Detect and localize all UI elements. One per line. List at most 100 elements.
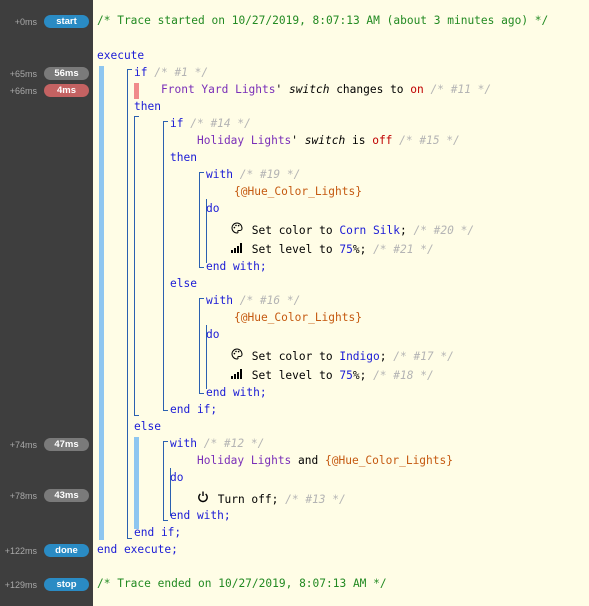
- signal-bars-icon: [231, 368, 245, 383]
- value: on: [410, 83, 424, 96]
- piston-trace-view: /* Trace started on 10/27/2019, 8:07:13 …: [93, 0, 589, 606]
- statement-id-comment: /* #12 */: [203, 437, 265, 450]
- percent: %: [352, 243, 360, 256]
- statement-id-comment: /* #17 */: [393, 350, 454, 363]
- statement-id-comment: /* #11 */: [430, 83, 492, 96]
- semicolon: ;: [379, 350, 387, 363]
- value: off: [372, 134, 393, 147]
- start-badge[interactable]: start: [44, 15, 89, 28]
- statement-id-comment: /* #21 */: [373, 243, 434, 256]
- with-bracket: [199, 298, 204, 394]
- do-keyword: do: [206, 202, 220, 215]
- color-value: Indigo: [339, 350, 380, 363]
- if-line[interactable]: if /* #1 */: [134, 66, 208, 80]
- device-list-line[interactable]: Holiday Lights and {@Hue_Color_Lights}: [197, 454, 453, 468]
- keyword: if: [170, 117, 184, 130]
- percent: %: [352, 369, 360, 382]
- command-line[interactable]: Set level to 75%; /* #18 */: [231, 368, 434, 383]
- keyword: if: [134, 66, 148, 79]
- end-if-keyword: end if;: [170, 403, 218, 416]
- trace-end-comment: /* Trace ended on 10/27/2019, 8:07:13 AM…: [97, 577, 387, 590]
- end-execute-keyword: end execute;: [97, 543, 178, 556]
- timing-gutter: +0ms start +65ms 56ms +66ms 4ms +74ms 47…: [0, 0, 93, 606]
- operator: changes to: [336, 83, 404, 96]
- trace-start-comment: /* Trace started on 10/27/2019, 8:07:13 …: [97, 14, 549, 27]
- semicolon: ;: [359, 369, 367, 382]
- end-with-keyword: end with;: [206, 386, 267, 399]
- statement-id-comment: /* #14 */: [190, 117, 251, 130]
- end-with-keyword: end with;: [206, 260, 267, 273]
- then-keyword: then: [170, 151, 197, 164]
- semicolon: ;: [359, 243, 367, 256]
- variable-reference: {@Hue_Color_Lights}: [325, 454, 453, 467]
- condition-line[interactable]: Holiday Lights' switch is off /* #15 */: [197, 134, 460, 148]
- command-line[interactable]: Set color to Indigo; /* #17 */: [231, 348, 454, 364]
- duration-badge[interactable]: 56ms: [44, 67, 89, 80]
- with-bracket: [163, 441, 168, 521]
- then-keyword: then: [134, 100, 161, 113]
- time-offset: +66ms: [9, 86, 37, 96]
- statement-id-comment: /* #16 */: [239, 294, 301, 307]
- duration-badge[interactable]: 4ms: [44, 84, 89, 97]
- with-bracket: [199, 172, 204, 268]
- palette-icon: [231, 222, 245, 238]
- statement-id-comment: /* #19 */: [239, 168, 301, 181]
- duration-badge[interactable]: 47ms: [44, 438, 89, 451]
- statement-id-comment: /* #1 */: [154, 66, 209, 79]
- statement-id-comment: /* #15 */: [399, 134, 460, 147]
- command-text: Turn off;: [217, 493, 279, 506]
- semicolon: ;: [399, 224, 407, 237]
- else-keyword: else: [134, 420, 161, 433]
- variable-reference[interactable]: {@Hue_Color_Lights}: [234, 311, 362, 325]
- command-line[interactable]: Set level to 75%; /* #21 */: [231, 242, 434, 257]
- level-value: 75: [339, 369, 353, 382]
- command-text: Set level to: [251, 369, 333, 382]
- execution-bar: [99, 66, 104, 540]
- conjunction: and: [298, 454, 319, 467]
- keyword: with: [206, 168, 233, 181]
- with-line[interactable]: with /* #16 */: [206, 294, 300, 308]
- device-name: Holiday Lights: [197, 134, 292, 147]
- command-line[interactable]: Turn off; /* #13 */: [197, 491, 346, 507]
- do-keyword: do: [170, 471, 184, 484]
- end-with-keyword: end with;: [170, 509, 231, 522]
- command-text: Set color to: [251, 350, 333, 363]
- stop-badge[interactable]: stop: [44, 578, 89, 591]
- time-offset: +122ms: [4, 546, 37, 556]
- with-block-bar: [134, 437, 139, 529]
- attribute-name: switch: [289, 83, 330, 96]
- condition-bracket: [163, 121, 168, 411]
- with-line[interactable]: with /* #19 */: [206, 168, 300, 182]
- signal-bars-icon: [231, 242, 245, 257]
- keyword: with: [206, 294, 233, 307]
- device-name: Front Yard Lights: [161, 83, 276, 96]
- keyword: with: [170, 437, 197, 450]
- with-line[interactable]: with /* #12 */: [170, 437, 264, 451]
- if-line[interactable]: if /* #14 */: [170, 117, 251, 131]
- command-text: Set level to: [251, 243, 333, 256]
- done-badge[interactable]: done: [44, 544, 89, 557]
- time-offset: +0ms: [14, 17, 37, 27]
- apostrophe: ': [291, 134, 299, 147]
- time-offset: +65ms: [9, 69, 37, 79]
- statement-id-comment: /* #13 */: [285, 493, 346, 506]
- time-offset: +129ms: [4, 580, 37, 590]
- device-name: Holiday Lights: [197, 454, 292, 467]
- apostrophe: ': [275, 83, 283, 96]
- power-icon: [197, 491, 211, 507]
- variable-reference[interactable]: {@Hue_Color_Lights}: [234, 185, 362, 199]
- statement-id-comment: /* #20 */: [413, 224, 475, 237]
- attribute-name: switch: [304, 134, 346, 147]
- duration-badge[interactable]: 43ms: [44, 489, 89, 502]
- end-if-keyword: end if;: [134, 526, 182, 539]
- time-offset: +74ms: [9, 440, 37, 450]
- time-offset: +78ms: [9, 491, 37, 501]
- do-keyword: do: [206, 328, 220, 341]
- if-bracket: [127, 69, 132, 539]
- command-line[interactable]: Set color to Corn Silk; /* #20 */: [231, 222, 474, 238]
- slow-condition-bar: [134, 83, 139, 99]
- command-text: Set color to: [251, 224, 333, 237]
- nested-if-bracket: [134, 116, 139, 416]
- level-value: 75: [339, 243, 353, 256]
- condition-line[interactable]: Front Yard Lights' switch changes to on …: [161, 83, 491, 97]
